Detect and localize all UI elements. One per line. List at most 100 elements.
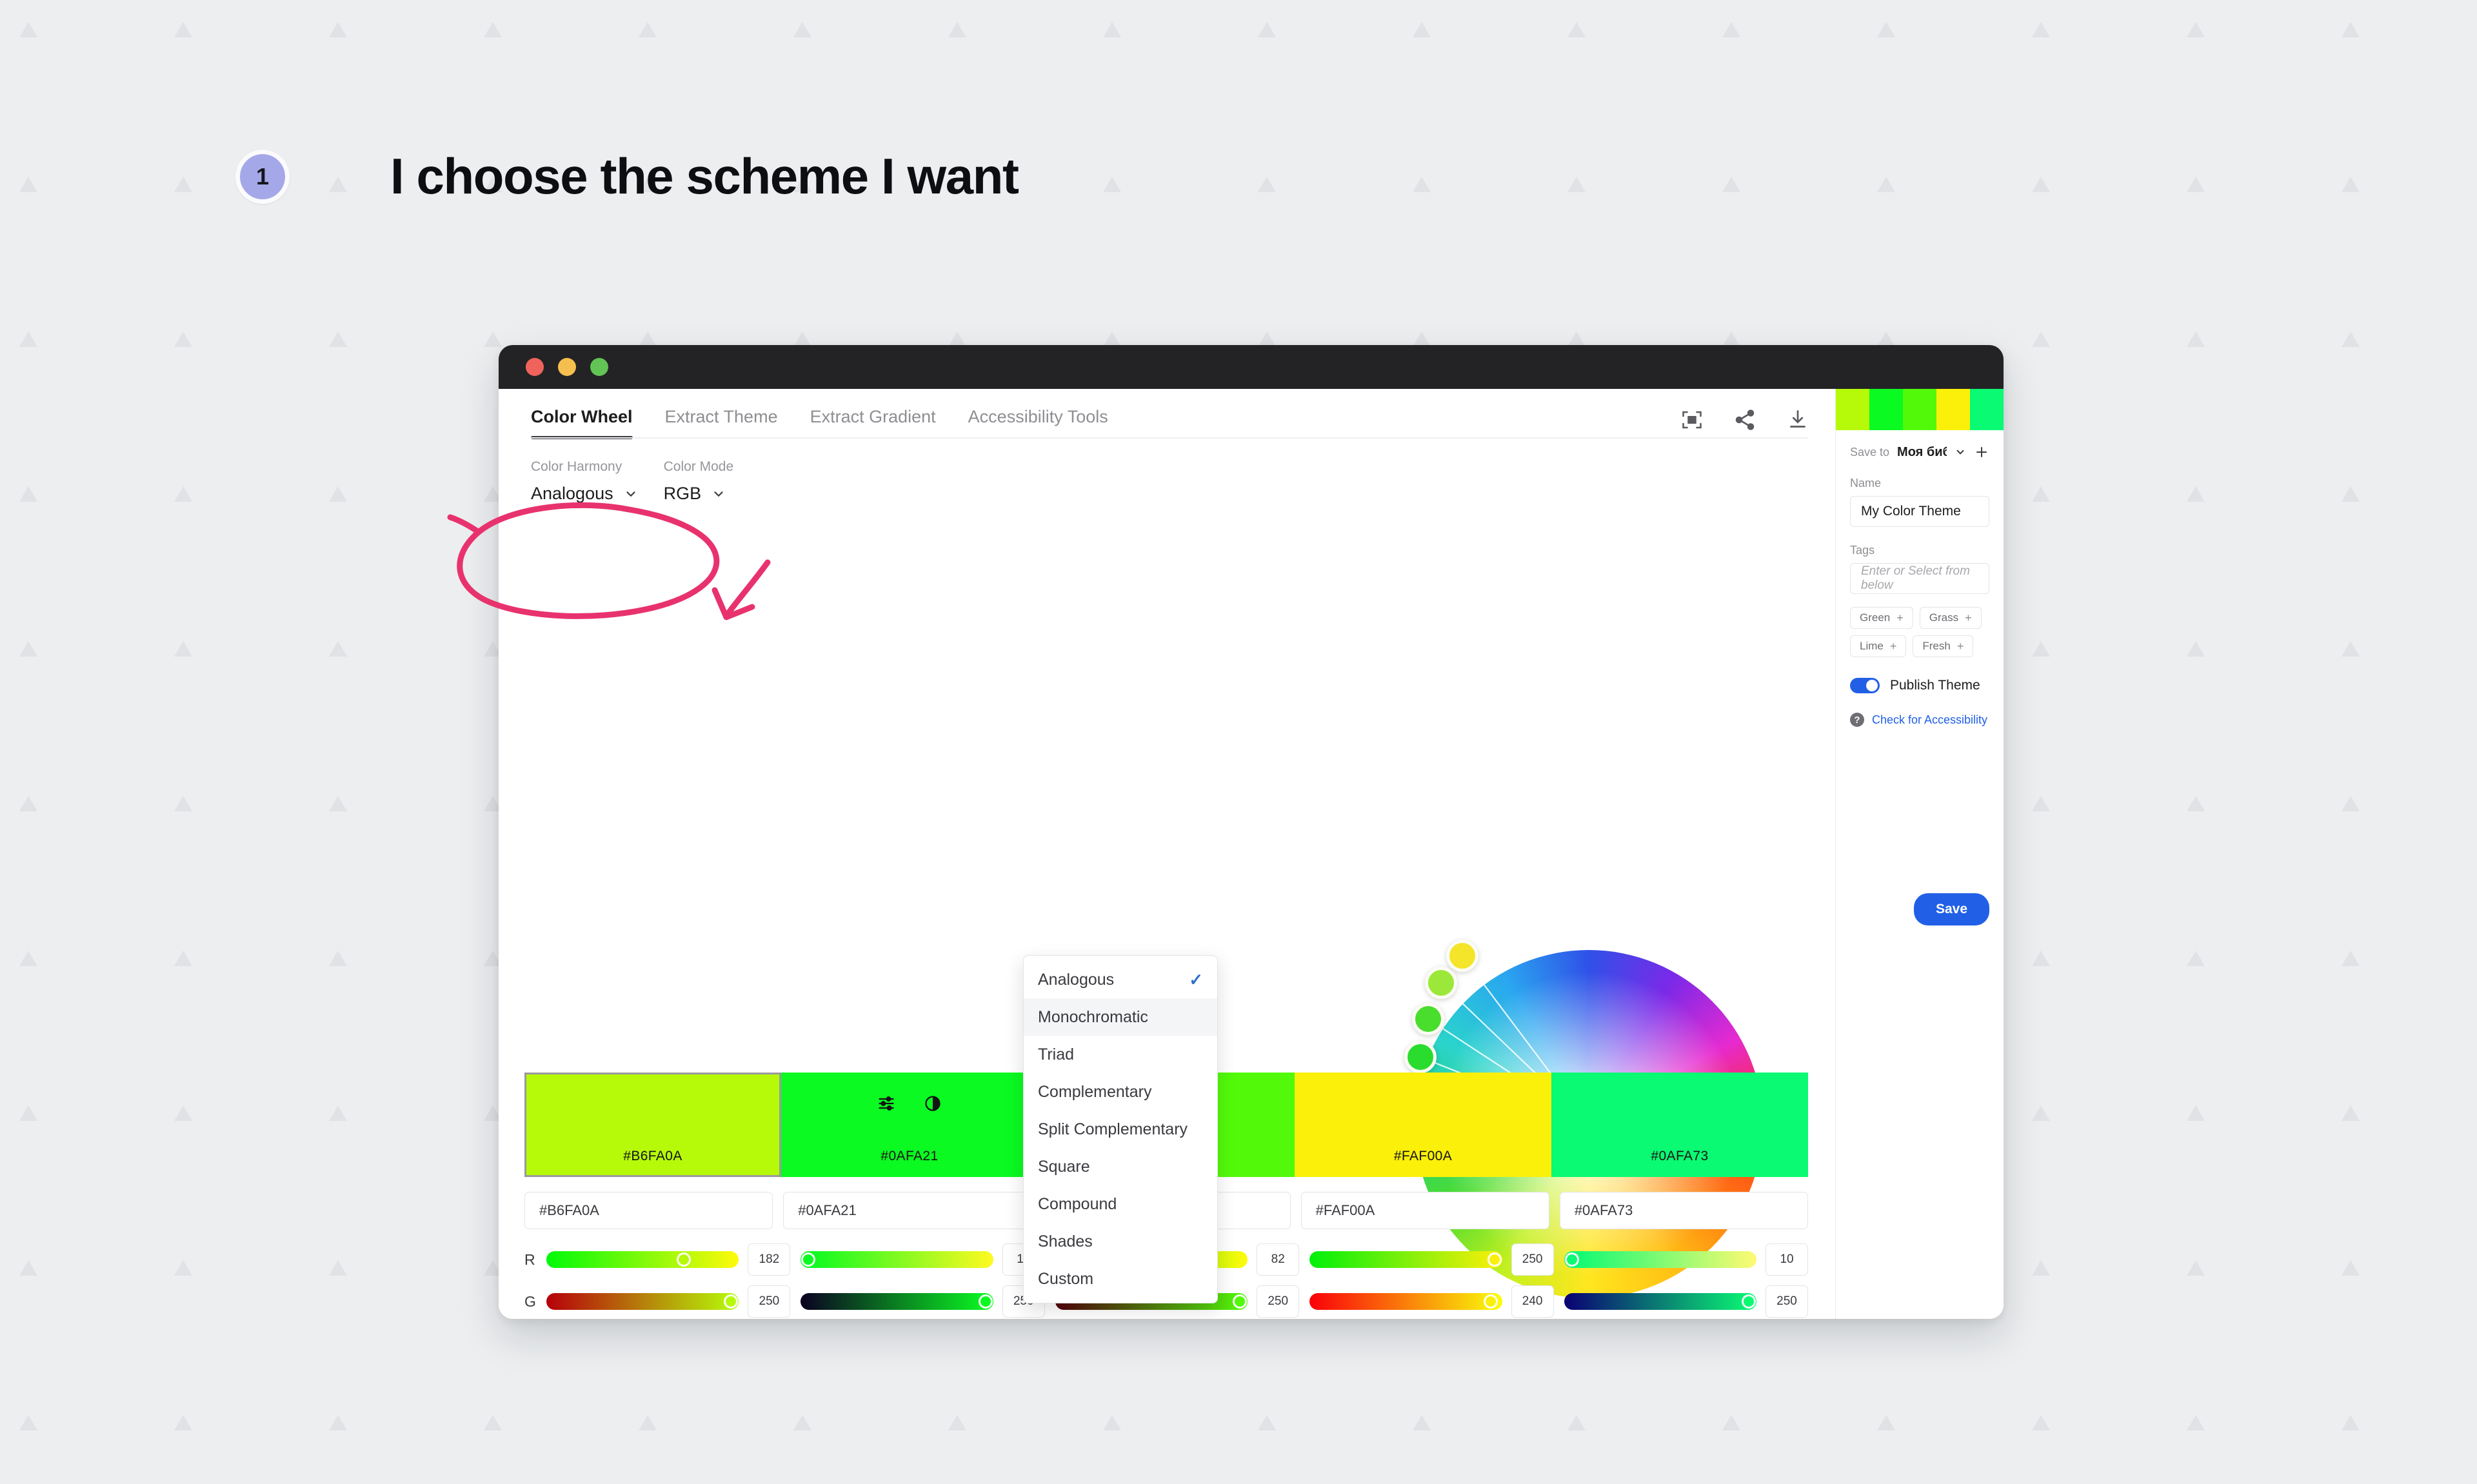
palette-swatch[interactable]: #0AFA73: [1551, 1073, 1808, 1177]
theme-sidebar: Save to Моя библио... Name My Color Them…: [1836, 389, 2004, 1319]
channel-slider-knob[interactable]: [1564, 1252, 1579, 1267]
chevron-down-icon: [711, 487, 726, 501]
channel-value-input[interactable]: 250: [1511, 1243, 1554, 1276]
tab-extract-theme[interactable]: Extract Theme: [665, 407, 778, 439]
menu-item-triad[interactable]: Triad: [1024, 1036, 1217, 1073]
palette-swatch[interactable]: #FAF00A: [1295, 1073, 1551, 1177]
hex-input[interactable]: #0AFA73: [1559, 1192, 1809, 1229]
chevron-down-icon: [624, 487, 638, 501]
swatch-hex-label: #0AFA73: [1651, 1149, 1709, 1163]
hex-input[interactable]: #FAF00A: [1300, 1192, 1549, 1229]
hex-input[interactable]: #B6FA0A: [524, 1192, 773, 1229]
accessibility-row: ? Check for Accessibility: [1850, 713, 1989, 727]
channel-slider-knob[interactable]: [978, 1294, 993, 1309]
channel-slider-knob[interactable]: [801, 1252, 816, 1267]
share-icon[interactable]: [1733, 408, 1756, 431]
tag-chip[interactable]: Lime +: [1850, 635, 1907, 657]
menu-item-square[interactable]: Square: [1024, 1148, 1217, 1185]
channel-slider-knob[interactable]: [1484, 1294, 1498, 1309]
tab-bar: Color Wheel Extract Theme Extract Gradie…: [499, 389, 1835, 439]
menu-item-label: Analogous: [1038, 970, 1115, 989]
sidebar-palette-swatch: [1836, 389, 1869, 430]
channel-slider[interactable]: [801, 1293, 993, 1310]
channel-cell: 182: [546, 1243, 791, 1276]
channel-slider[interactable]: [546, 1293, 739, 1310]
channel-value-input[interactable]: 250: [1766, 1285, 1809, 1318]
channel-slider-knob[interactable]: [1487, 1252, 1502, 1267]
channel-value-input[interactable]: 240: [1511, 1285, 1554, 1318]
hex-input[interactable]: #0AFA21: [783, 1192, 1032, 1229]
plus-icon: +: [1889, 639, 1897, 653]
tag-chip[interactable]: Grass +: [1919, 607, 1982, 629]
channel-slider-knob[interactable]: [1233, 1294, 1248, 1309]
library-value[interactable]: Моя библио...: [1897, 445, 1947, 460]
help-icon: ?: [1850, 713, 1864, 727]
save-button[interactable]: Save: [1913, 893, 1989, 925]
color-harmony-label: Color Harmony: [531, 459, 622, 474]
main-content: Color Wheel Extract Theme Extract Gradie…: [499, 389, 1836, 1319]
channel-cell: 250: [1309, 1243, 1554, 1276]
publish-theme-label: Publish Theme: [1890, 678, 1980, 693]
menu-item-shades[interactable]: Shades: [1024, 1223, 1217, 1260]
menu-item-analogous[interactable]: Analogous ✓: [1024, 961, 1217, 998]
channel-slider[interactable]: [1309, 1293, 1502, 1310]
color-wheel-handle[interactable]: [1446, 940, 1478, 972]
color-wheel-handle[interactable]: [1425, 967, 1457, 999]
publish-theme-toggle[interactable]: [1850, 678, 1880, 693]
plus-icon: +: [1956, 639, 1964, 653]
channel-slider-knob[interactable]: [676, 1252, 691, 1267]
selectors-row: Color Harmony Analogous Color Mode RGB: [499, 439, 1835, 504]
tab-color-wheel[interactable]: Color Wheel: [531, 407, 633, 439]
channel-slider-knob[interactable]: [724, 1294, 739, 1309]
palette-swatch[interactable]: #0AFA21: [781, 1073, 1038, 1177]
sliders-icon[interactable]: [877, 1094, 895, 1113]
toolbar-icons: [1680, 408, 1809, 431]
chevron-down-icon[interactable]: [1955, 446, 1966, 458]
channel-label-g: G: [524, 1292, 536, 1310]
tag-chip[interactable]: Green +: [1850, 607, 1913, 629]
check-accessibility-link[interactable]: Check for Accessibility: [1872, 713, 1987, 727]
channel-value-input[interactable]: 82: [1257, 1243, 1300, 1276]
tags-input[interactable]: Enter or Select from below: [1850, 563, 1989, 594]
menu-item-split-complementary[interactable]: Split Complementary: [1024, 1111, 1217, 1148]
tag-chip[interactable]: Fresh +: [1913, 635, 1974, 657]
annotation-circle-tail: [447, 514, 482, 535]
color-wheel-handle[interactable]: [1412, 1003, 1444, 1035]
sidebar-palette-swatch: [1970, 389, 2004, 430]
menu-item-monochromatic[interactable]: Monochromatic: [1024, 998, 1217, 1036]
download-icon[interactable]: [1786, 408, 1809, 431]
color-harmony-dropdown[interactable]: Analogous ✓ Monochromatic Triad Complementar…: [1023, 955, 1218, 1303]
palette-swatch[interactable]: #B6FA0A: [524, 1073, 781, 1177]
color-wheel-handle[interactable]: [1404, 1041, 1437, 1073]
menu-item-custom[interactable]: Custom: [1024, 1260, 1217, 1298]
plus-icon[interactable]: [1974, 444, 1989, 460]
save-to-label: Save to: [1850, 445, 1890, 459]
color-harmony-select[interactable]: Analogous: [531, 484, 638, 504]
channel-slider[interactable]: [801, 1251, 993, 1268]
channel-value-input[interactable]: 182: [748, 1243, 791, 1276]
tag-label: Grass: [1929, 611, 1959, 624]
minimize-button[interactable]: [558, 358, 576, 376]
menu-item-complementary[interactable]: Complementary: [1024, 1073, 1217, 1111]
channel-slider[interactable]: [546, 1251, 739, 1268]
menu-item-label: Compound: [1038, 1194, 1117, 1213]
image-frame-icon[interactable]: [1680, 408, 1704, 431]
name-label: Name: [1850, 477, 1882, 490]
save-to-row: Save to Моя библио...: [1850, 444, 1989, 460]
contrast-icon[interactable]: [924, 1094, 942, 1113]
channel-value-input[interactable]: 250: [1257, 1285, 1300, 1318]
channel-slider[interactable]: [1564, 1251, 1757, 1268]
zoom-button[interactable]: [590, 358, 608, 376]
tab-extract-gradient[interactable]: Extract Gradient: [810, 407, 936, 439]
channel-slider[interactable]: [1564, 1293, 1757, 1310]
menu-item-compound[interactable]: Compound: [1024, 1185, 1217, 1223]
channel-slider-knob[interactable]: [1742, 1294, 1756, 1309]
channel-value-input[interactable]: 10: [1766, 1243, 1809, 1276]
channel-value-input[interactable]: 250: [748, 1285, 791, 1318]
close-button[interactable]: [526, 358, 544, 376]
step-header: 1 I choose the scheme I want: [235, 147, 1019, 206]
theme-name-input[interactable]: My Color Theme: [1850, 496, 1989, 527]
tab-accessibility-tools[interactable]: Accessibility Tools: [968, 407, 1108, 439]
color-mode-select[interactable]: RGB: [664, 484, 766, 504]
channel-slider[interactable]: [1309, 1251, 1502, 1268]
